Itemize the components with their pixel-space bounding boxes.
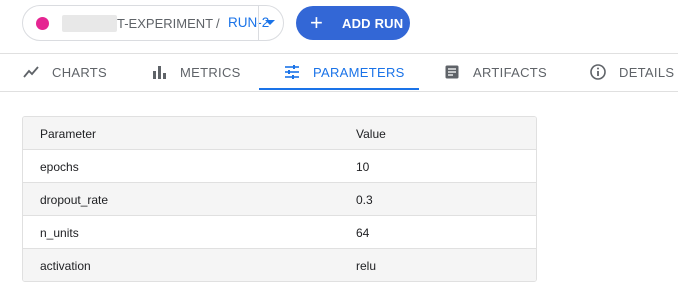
tabs-divider [0, 91, 678, 92]
tab-charts[interactable]: CHARTS [22, 54, 107, 90]
parameter-value: 64 [356, 226, 370, 240]
tab-artifacts-label: ARTIFACTS [473, 64, 547, 80]
info-icon [590, 64, 606, 80]
redacted-experiment-name [62, 15, 117, 32]
tab-parameters[interactable]: PARAMETERS [283, 54, 405, 90]
add-run-button[interactable]: + ADD RUN [296, 6, 410, 40]
active-tab-indicator [259, 88, 419, 90]
tab-bar: CHARTS METRICS PARAMETERS ARTIFACTS DETA… [0, 54, 678, 92]
table-row: n_units 64 [23, 216, 536, 249]
dropdown-caret-icon[interactable] [265, 20, 275, 25]
tab-metrics[interactable]: METRICS [150, 54, 241, 90]
table-row: dropout_rate 0.3 [23, 183, 536, 216]
parameter-value: 10 [356, 160, 370, 174]
column-header-value: Value [356, 127, 386, 141]
parameter-name: n_units [40, 226, 79, 240]
tab-parameters-label: PARAMETERS [313, 64, 405, 80]
table-row: epochs 10 [23, 150, 536, 183]
top-bar: T-EXPERIMENT / RUN-2 + ADD RUN [0, 0, 678, 54]
bar-chart-icon [153, 66, 166, 79]
table-header-row: Parameter Value [23, 117, 536, 150]
experiment-name: T-EXPERIMENT [117, 16, 214, 31]
run-selector[interactable]: T-EXPERIMENT / RUN-2 [22, 5, 284, 41]
run-color-dot [36, 17, 49, 30]
breadcrumb-separator: / [216, 16, 220, 31]
tab-charts-label: CHARTS [52, 64, 108, 80]
parameter-value: relu [356, 259, 377, 273]
parameter-value: 0.3 [356, 193, 373, 207]
tune-icon [285, 65, 299, 79]
table-row: activation relu [23, 249, 536, 281]
run-name[interactable]: RUN-2 [228, 15, 269, 30]
column-header-parameter: Parameter [40, 127, 97, 141]
selector-divider [258, 6, 259, 40]
parameter-name: activation [40, 259, 91, 273]
parameter-name: dropout_rate [40, 193, 109, 207]
tab-metrics-label: METRICS [180, 64, 241, 80]
plus-icon: + [310, 10, 323, 35]
parameters-table: Parameter Value epochs 10 dropout_rate 0… [22, 116, 537, 282]
tab-details[interactable]: DETAILS [589, 54, 674, 90]
add-run-label: ADD RUN [342, 16, 404, 31]
line-chart-icon [23, 66, 39, 78]
parameter-name: epochs [40, 160, 79, 174]
tab-details-label: DETAILS [619, 64, 675, 80]
tab-artifacts[interactable]: ARTIFACTS [443, 54, 547, 90]
article-icon [445, 65, 459, 79]
